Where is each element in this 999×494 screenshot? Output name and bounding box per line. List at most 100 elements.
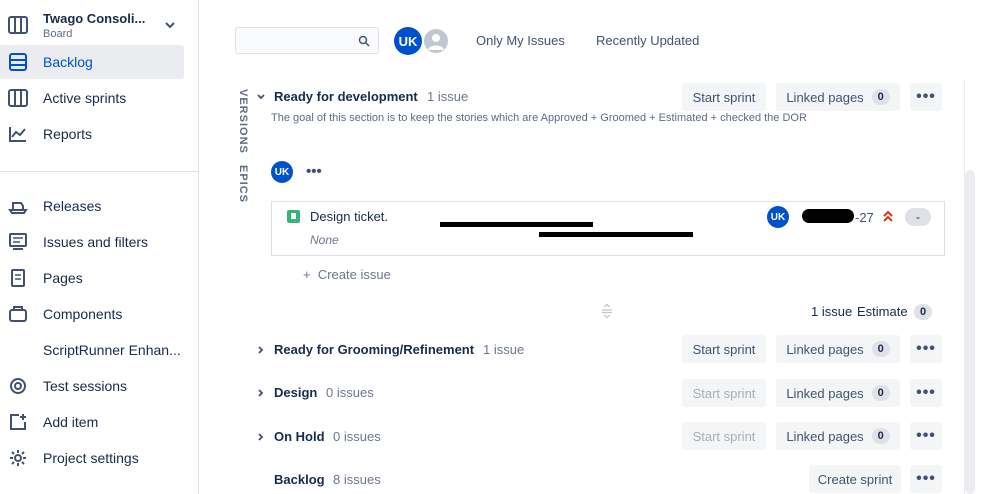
backlog-issue-count: 8 issues (333, 472, 381, 487)
reports-icon (9, 127, 26, 142)
project-subtitle: Board (43, 28, 73, 40)
chevron-right-icon[interactable] (256, 345, 266, 355)
sidebar-item-issues-filters[interactable]: Issues and filters (0, 225, 184, 259)
linked-pages-label: Linked pages (786, 341, 864, 357)
sprint-estimate-value: 0 (914, 304, 932, 320)
linked-pages-label: Linked pages (786, 385, 864, 401)
chevron-right-icon[interactable] (256, 432, 266, 442)
create-sprint-button[interactable]: Create sprint (809, 465, 901, 493)
sidebar-item-label: Test sessions (43, 378, 128, 394)
sprint-header-design[interactable]: Design 0 issues (256, 377, 456, 407)
sidebar-item-label: Active sprints (43, 90, 127, 106)
issue-summary: Design ticket. (310, 209, 389, 224)
more-people-avatar[interactable] (422, 27, 450, 55)
sidebar-item-releases[interactable]: Releases (0, 189, 184, 223)
components-icon (9, 306, 27, 322)
linked-pages-count: 0 (871, 89, 890, 105)
linked-pages-button[interactable]: Linked pages 0 (776, 83, 900, 111)
sidebar-item-backlog[interactable]: Backlog (0, 45, 184, 79)
sidebar-item-label: Issues and filters (43, 234, 149, 250)
scrollbar[interactable] (965, 170, 975, 494)
sprint-header-ready-for-development[interactable]: Ready for development 1 issue (256, 81, 468, 111)
start-sprint-button[interactable]: Start sprint (682, 422, 766, 450)
linked-pages-button[interactable]: Linked pages 0 (776, 422, 900, 450)
project-sidebar: Twago Consoli... Board Backlog Active sp… (0, 0, 199, 494)
sprint-header-on-hold[interactable]: On Hold 0 issues (256, 421, 456, 451)
tab-epics[interactable]: EPICS (237, 165, 249, 203)
linked-pages-count: 0 (871, 385, 890, 401)
sidebar-item-label: Backlog (43, 54, 93, 70)
redaction-mark (539, 232, 693, 237)
more-actions-button[interactable]: ••• (306, 163, 322, 180)
priority-highest-icon (883, 210, 893, 222)
sidebar-item-pages[interactable]: Pages (0, 261, 184, 295)
issue-card[interactable]: Design ticket. None UK -27 - (271, 201, 945, 256)
sidebar-item-project-settings[interactable]: Project settings (0, 441, 184, 475)
sprint-issue-count: 1 issue (483, 342, 525, 357)
sidebar-item-label: Reports (43, 126, 93, 142)
board-icon (8, 89, 28, 107)
more-actions-button[interactable]: ••• (910, 379, 942, 407)
gear-icon (10, 450, 26, 466)
linked-pages-button[interactable]: Linked pages 0 (776, 379, 900, 407)
redaction-mark (802, 209, 854, 223)
sprint-goal: The goal of this section is to keep the … (271, 112, 807, 124)
linked-pages-count: 0 (871, 428, 890, 444)
search-input[interactable] (235, 27, 379, 54)
sidebar-item-label: Pages (43, 270, 83, 286)
sidebar-item-label: Add item (43, 414, 99, 430)
backlog-icon (9, 53, 27, 71)
linked-pages-label: Linked pages (786, 89, 864, 105)
linked-pages-button[interactable]: Linked pages 0 (776, 335, 900, 363)
issue-key[interactable]: -27 (855, 210, 874, 225)
more-actions-button[interactable]: ••• (910, 335, 942, 363)
sprint-issue-count: 0 issues (333, 429, 381, 444)
avatar[interactable]: UK (394, 27, 422, 55)
chevron-down-icon[interactable] (164, 19, 176, 31)
project-title: Twago Consoli... (43, 11, 146, 26)
sprint-name: On Hold (274, 429, 325, 444)
board-icon (8, 16, 28, 34)
sidebar-item-label: ScriptRunner Enhan... (43, 342, 181, 358)
plus-icon: + (303, 267, 311, 282)
sprint-name: Ready for development (274, 89, 418, 104)
sidebar-item-active-sprints[interactable]: Active sprints (0, 81, 184, 115)
issue-assignee-avatar[interactable]: UK (767, 206, 789, 228)
story-icon (287, 210, 300, 223)
drag-handle-icon[interactable] (600, 304, 614, 318)
sprint-issue-count: 0 issues (326, 385, 374, 400)
start-sprint-button[interactable]: Start sprint (682, 335, 766, 363)
project-header[interactable]: Twago Consoli... Board (8, 10, 188, 42)
filter-only-my-issues[interactable]: Only My Issues (476, 33, 565, 48)
issue-estimate[interactable]: - (905, 208, 931, 226)
start-sprint-button[interactable]: Start sprint (682, 83, 766, 111)
sidebar-item-label: Components (43, 306, 123, 322)
chevron-down-icon[interactable] (256, 92, 266, 102)
more-actions-button[interactable]: ••• (910, 465, 942, 493)
redaction-mark (440, 222, 593, 227)
sidebar-item-reports[interactable]: Reports (0, 117, 184, 151)
sidebar-item-label: Releases (43, 198, 102, 214)
backlog-name: Backlog (274, 472, 325, 487)
more-actions-button[interactable]: ••• (910, 422, 942, 450)
linked-pages-label: Linked pages (786, 428, 864, 444)
sprint-header-grooming[interactable]: Ready for Grooming/Refinement 1 issue (256, 334, 556, 364)
sidebar-item-scriptrunner[interactable]: ScriptRunner Enhan... (0, 333, 184, 367)
sidebar-item-add-item[interactable]: Add item (0, 405, 184, 439)
avatar[interactable]: UK (271, 161, 293, 183)
test-sessions-icon (10, 378, 26, 394)
start-sprint-button[interactable]: Start sprint (682, 379, 766, 407)
tab-versions[interactable]: VERSIONS (237, 89, 249, 154)
filter-recently-updated[interactable]: Recently Updated (596, 33, 699, 48)
issues-icon (9, 233, 27, 250)
issue-epic: None (310, 233, 339, 247)
create-issue-button[interactable]: + Create issue (303, 267, 391, 282)
releases-icon (8, 202, 28, 214)
sprint-issue-total: 1 issue (811, 304, 853, 319)
sidebar-item-test-sessions[interactable]: Test sessions (0, 369, 184, 403)
chevron-right-icon[interactable] (256, 388, 266, 398)
backlog-header[interactable]: Backlog 8 issues (256, 464, 456, 494)
add-item-icon (10, 414, 26, 430)
sidebar-item-components[interactable]: Components (0, 297, 184, 331)
more-actions-button[interactable]: ••• (910, 83, 942, 111)
